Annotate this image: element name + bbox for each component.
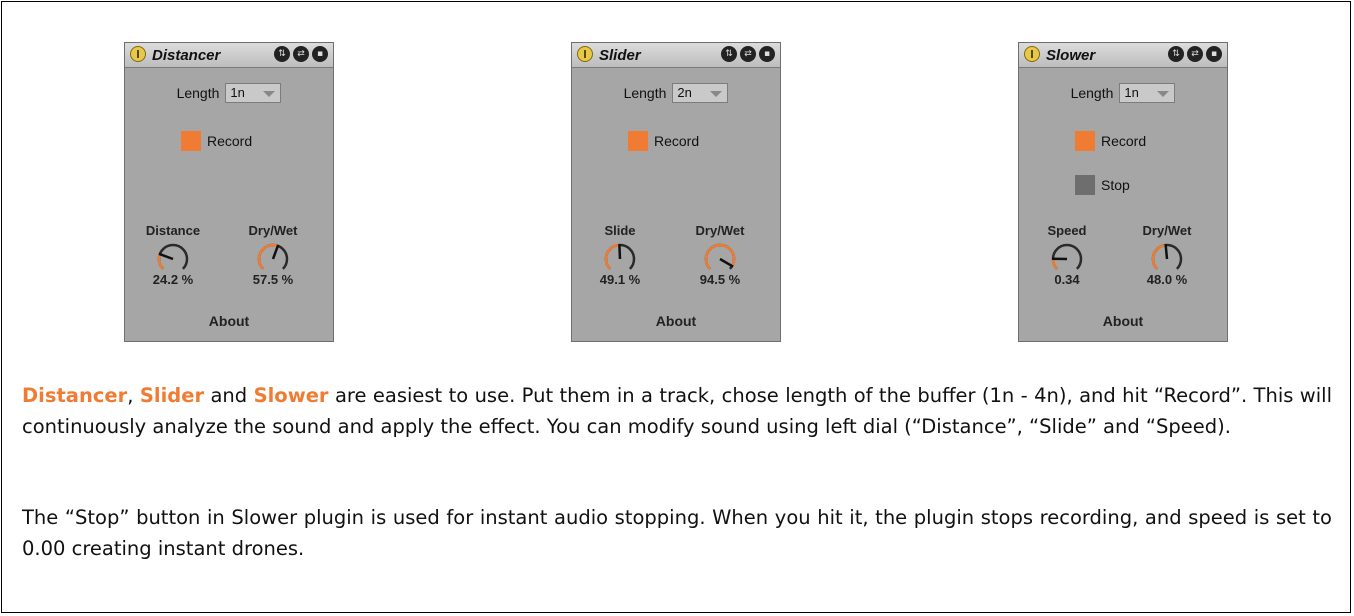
separator: , — [127, 384, 140, 407]
length-row: Length 1n — [1019, 83, 1227, 103]
dial-needle — [271, 244, 280, 260]
hot-swap-icon[interactable]: ⇅ — [274, 46, 290, 62]
dial-needle — [158, 252, 174, 261]
device-titlebar: Slower ⇅ ⇄ ▪ — [1019, 43, 1227, 68]
save-icon[interactable]: ▪ — [1206, 46, 1222, 62]
about-button[interactable]: About — [1019, 313, 1227, 329]
length-label: Length — [623, 85, 667, 101]
record-label: Record — [207, 133, 253, 149]
dial-value: 94.5 % — [699, 272, 741, 287]
dial-label: Dry/Wet — [695, 223, 745, 238]
plugin-name-slider: Slider — [139, 384, 205, 407]
stop-row: Stop — [1075, 175, 1130, 195]
dial-dry-wet[interactable]: Dry/Wet 57.5 % — [235, 223, 311, 287]
power-icon[interactable] — [577, 46, 593, 62]
dial-label: Slide — [604, 223, 636, 238]
chevron-down-icon — [263, 91, 276, 97]
length-row: Length 2n — [572, 83, 780, 103]
plugin-name-slower: Slower — [253, 384, 329, 407]
chevron-down-icon — [710, 91, 723, 97]
device-titlebar: Distancer ⇅ ⇄ ▪ — [125, 43, 333, 68]
device-title: Slider — [599, 47, 641, 64]
chevron-down-icon — [1157, 91, 1170, 97]
dial-knob[interactable] — [1047, 240, 1087, 276]
length-value: 1n — [230, 85, 245, 100]
length-label: Length — [1070, 85, 1114, 101]
record-row: Record — [628, 131, 699, 151]
length-value: 1n — [1124, 85, 1139, 100]
device-title: Slower — [1046, 47, 1096, 64]
length-select[interactable]: 2n — [672, 83, 729, 103]
description-paragraph-1: Distancer, Slider and Slower are easiest… — [22, 380, 1332, 442]
dial-value: 49.1 % — [599, 272, 641, 287]
dial-label: Distance — [145, 223, 201, 238]
description-paragraph-2: The “Stop” button in Slower plugin is us… — [22, 506, 1332, 560]
dial-value: 57.5 % — [252, 272, 294, 287]
record-button[interactable] — [181, 131, 201, 151]
record-row: Record — [1075, 131, 1146, 151]
unfold-icon[interactable]: ⇄ — [293, 46, 309, 62]
length-select[interactable]: 1n — [225, 83, 282, 103]
record-label: Record — [654, 133, 700, 149]
record-button[interactable] — [628, 131, 648, 151]
record-row: Record — [181, 131, 252, 151]
dial-value: 48.0 % — [1146, 272, 1188, 287]
content-frame: Distancer ⇅ ⇄ ▪ Length 1n Record Distanc… — [1, 1, 1351, 613]
length-select[interactable]: 1n — [1119, 83, 1176, 103]
dial-track-arc — [157, 243, 189, 270]
dial-dry-wet[interactable]: Dry/Wet 48.0 % — [1129, 223, 1205, 287]
dial-knob[interactable] — [153, 240, 193, 276]
dial-needle — [1164, 243, 1169, 260]
unfold-icon[interactable]: ⇄ — [740, 46, 756, 62]
length-label: Length — [176, 85, 220, 101]
dial-value: 0.34 — [1054, 272, 1080, 287]
dial-needle — [719, 257, 734, 268]
hot-swap-icon[interactable]: ⇅ — [721, 46, 737, 62]
dial-knob[interactable] — [253, 240, 293, 276]
dial-knob[interactable] — [600, 240, 640, 276]
dial-distance[interactable]: Distance 24.2 % — [135, 223, 211, 287]
hot-swap-icon[interactable]: ⇅ — [1168, 46, 1184, 62]
stop-label: Stop — [1101, 177, 1130, 193]
separator: and — [204, 384, 254, 407]
device-distancer: Distancer ⇅ ⇄ ▪ Length 1n Record Distanc… — [124, 42, 334, 342]
dial-value-arc — [604, 243, 620, 270]
save-icon[interactable]: ▪ — [312, 46, 328, 62]
device-slider: Slider ⇅ ⇄ ▪ Length 2n Record Slide 49.1… — [571, 42, 781, 342]
device-slower: Slower ⇅ ⇄ ▪ Length 1n Record Stop Speed — [1018, 42, 1228, 342]
dial-label: Dry/Wet — [1142, 223, 1192, 238]
dial-knob[interactable] — [700, 240, 740, 276]
unfold-icon[interactable]: ⇄ — [1187, 46, 1203, 62]
dial-label: Dry/Wet — [248, 223, 298, 238]
dial-value: 24.2 % — [152, 272, 194, 287]
power-icon[interactable] — [130, 46, 146, 62]
dial-slide[interactable]: Slide 49.1 % — [582, 223, 658, 287]
length-row: Length 1n — [125, 83, 333, 103]
about-button[interactable]: About — [572, 313, 780, 329]
length-value: 2n — [677, 85, 692, 100]
about-button[interactable]: About — [125, 313, 333, 329]
dial-knob[interactable] — [1147, 240, 1187, 276]
dial-value-arc — [1051, 258, 1059, 270]
save-icon[interactable]: ▪ — [759, 46, 775, 62]
record-label: Record — [1101, 133, 1147, 149]
dial-label: Speed — [1047, 223, 1087, 238]
record-button[interactable] — [1075, 131, 1095, 151]
dial-track-arc — [1051, 243, 1083, 270]
device-titlebar: Slider ⇅ ⇄ ▪ — [572, 43, 780, 68]
dial-dry-wet[interactable]: Dry/Wet 94.5 % — [682, 223, 758, 287]
dial-needle — [618, 243, 622, 260]
dial-speed[interactable]: Speed 0.34 — [1029, 223, 1105, 287]
plugin-name-distancer: Distancer — [22, 384, 128, 407]
stop-button[interactable] — [1075, 175, 1095, 195]
power-icon[interactable] — [1024, 46, 1040, 62]
device-title: Distancer — [152, 47, 221, 64]
